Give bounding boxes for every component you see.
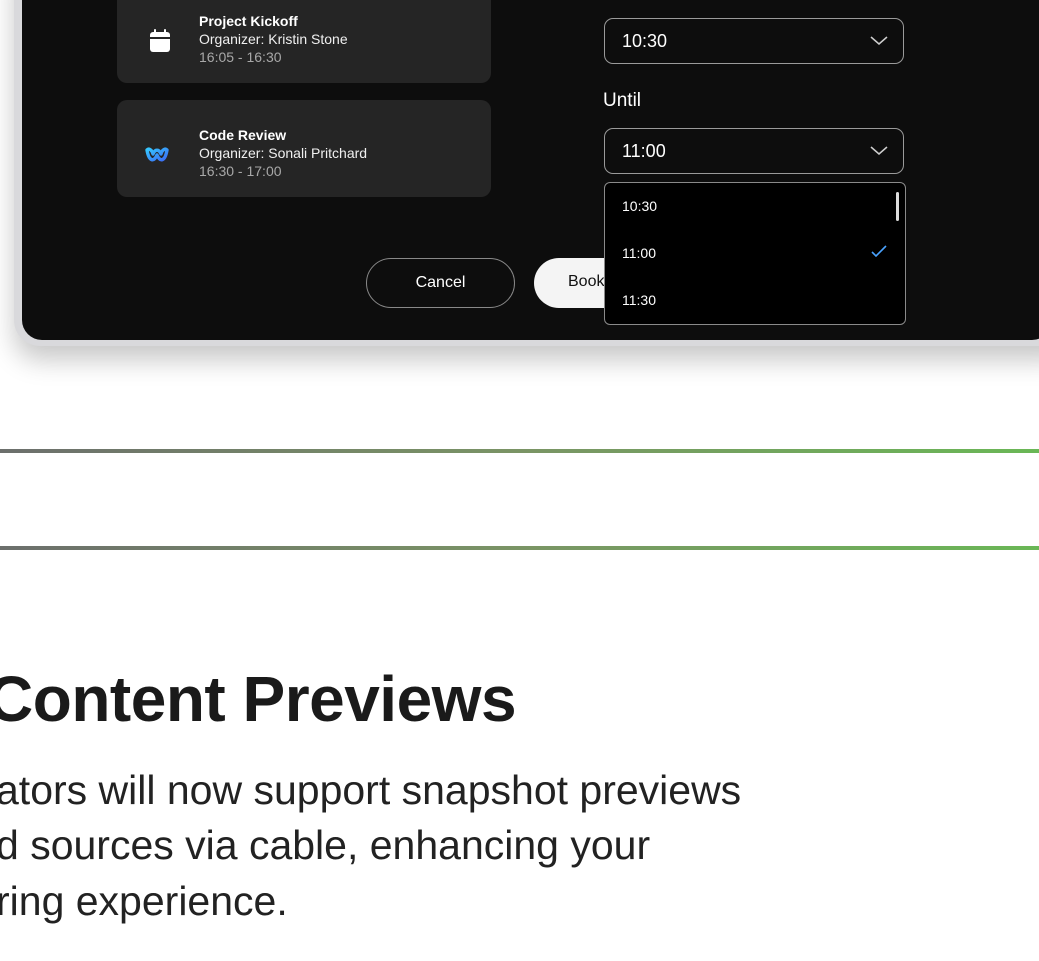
meeting-card[interactable]: Project Kickoff Organizer: Kristin Stone… bbox=[117, 0, 491, 83]
calendar-icon bbox=[150, 29, 170, 52]
cancel-button[interactable]: Cancel bbox=[366, 258, 515, 308]
dropdown-option[interactable]: 11:30 bbox=[622, 292, 656, 308]
end-time-dropdown[interactable]: 10:30 11:00 11:30 bbox=[604, 182, 906, 325]
section-heading: Content Previews bbox=[0, 663, 517, 735]
paragraph-line: ators will now support snapshot previews bbox=[0, 767, 742, 813]
dropdown-scrollbar[interactable] bbox=[896, 192, 899, 221]
chevron-down-icon bbox=[870, 146, 888, 155]
meeting-title: Project Kickoff bbox=[199, 13, 298, 29]
divider bbox=[0, 546, 1039, 550]
meeting-title: Code Review bbox=[199, 127, 287, 143]
end-time-value: 11:00 bbox=[622, 141, 666, 161]
meeting-time: 16:30 - 17:00 bbox=[199, 163, 282, 179]
divider bbox=[0, 449, 1039, 453]
dropdown-option[interactable]: 10:30 bbox=[622, 198, 657, 214]
chevron-down-icon bbox=[870, 36, 888, 45]
end-time-select[interactable]: 11:00 bbox=[604, 128, 904, 174]
paragraph-line: d sources via cable, enhancing your bbox=[0, 822, 651, 868]
meeting-organizer: Organizer: Kristin Stone bbox=[199, 31, 348, 47]
dropdown-option[interactable]: 11:00 bbox=[622, 245, 656, 261]
meeting-time: 16:05 - 16:30 bbox=[199, 49, 282, 65]
check-icon bbox=[871, 245, 887, 257]
device-screen: Project Kickoff Organizer: Kristin Stone… bbox=[22, 0, 1039, 340]
meeting-organizer: Organizer: Sonali Pritchard bbox=[199, 145, 368, 161]
start-time-value: 10:30 bbox=[622, 31, 668, 51]
paragraph-line: ring experience. bbox=[0, 878, 288, 924]
webex-icon bbox=[145, 147, 169, 162]
start-time-select[interactable]: 10:30 bbox=[604, 18, 904, 64]
meeting-card[interactable]: Code Review Organizer: Sonali Pritchard … bbox=[117, 100, 491, 197]
until-label: Until bbox=[603, 90, 642, 111]
